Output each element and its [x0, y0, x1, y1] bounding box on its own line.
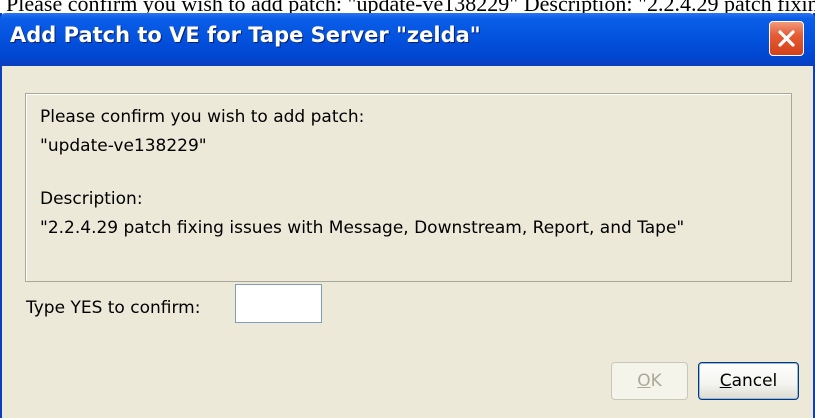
confirm-label: Type YES to confirm:: [26, 298, 201, 318]
description-text: "2.2.4.29 patch fixing issues with Messa…: [40, 218, 685, 238]
cancel-label-rest: ancel: [731, 371, 778, 391]
patch-name: "update-ve138229": [40, 136, 207, 156]
ok-button[interactable]: OK: [611, 362, 688, 400]
dialog-window: Add Patch to VE for Tape Server "zelda" …: [0, 13, 815, 418]
dialog-title: Add Patch to VE for Tape Server "zelda": [10, 23, 481, 47]
message-panel: Please confirm you wish to add patch: "u…: [25, 93, 792, 282]
cancel-button[interactable]: Cancel: [698, 362, 799, 400]
cancel-mnemonic: C: [719, 371, 732, 391]
confirm-message: Please confirm you wish to add patch:: [40, 107, 365, 127]
ok-mnemonic: O: [637, 371, 651, 391]
title-bar[interactable]: Add Patch to VE for Tape Server "zelda": [0, 13, 815, 66]
description-label: Description:: [40, 189, 143, 209]
confirm-input[interactable]: [235, 284, 322, 323]
ok-label-rest: K: [650, 371, 662, 391]
close-x-icon: [778, 30, 795, 47]
close-button[interactable]: [769, 21, 804, 56]
